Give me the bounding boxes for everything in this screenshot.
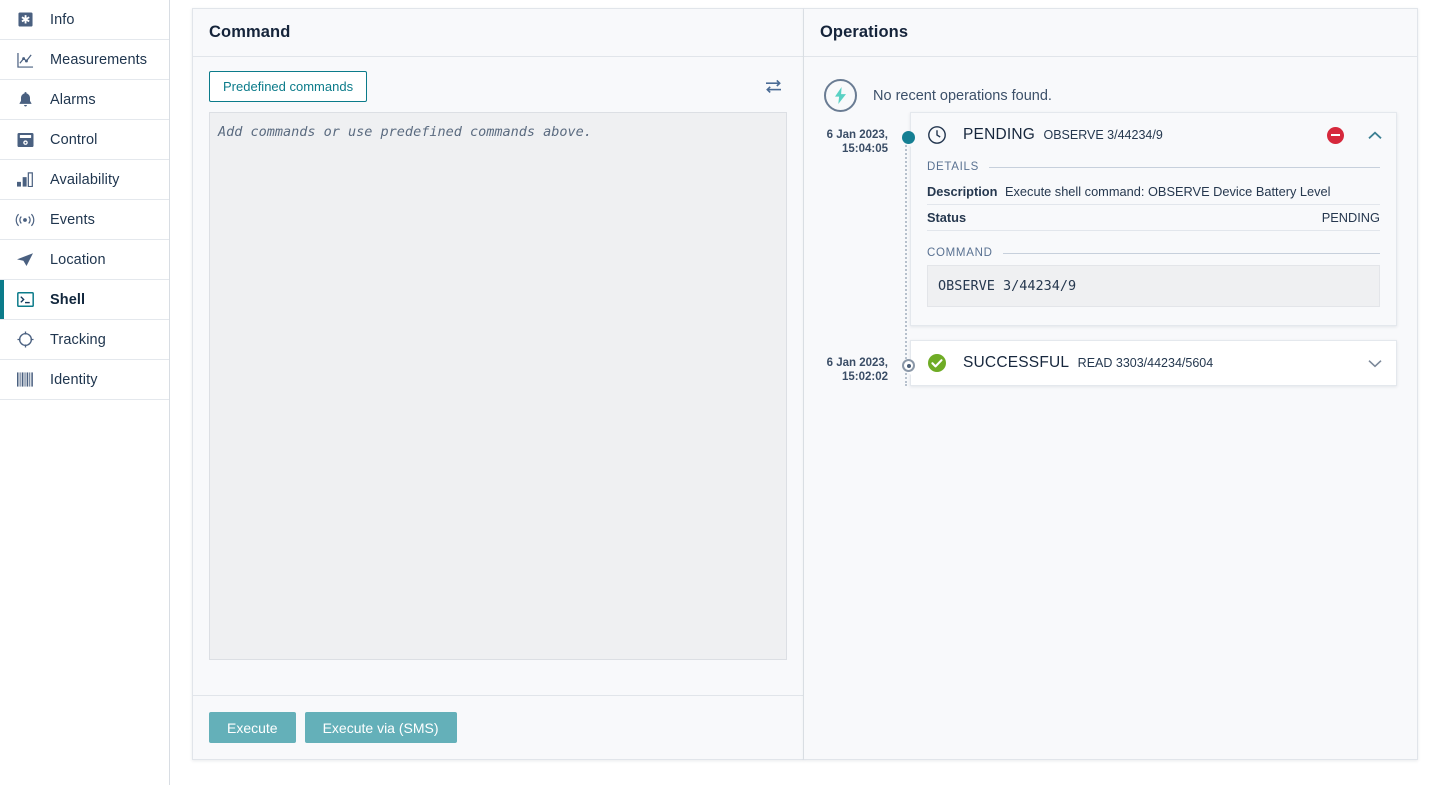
asterisk-icon: ✱ [14,10,36,30]
crosshair-icon [14,330,36,350]
sidebar-item-alarms[interactable]: Alarms [0,80,169,120]
command-panel: Command Predefined commands Execute Exec… [192,8,804,760]
operation-card-header[interactable]: PENDING OBSERVE 3/44234/9 [911,113,1396,157]
sidebar-item-identity[interactable]: Identity [0,360,169,400]
sidebar-item-events[interactable]: Events [0,200,169,240]
timeline-dot [902,359,915,372]
lightning-bolt-icon [824,79,857,112]
operations-empty-text: No recent operations found. [873,87,1052,104]
control-device-icon [14,130,36,150]
sidebar-item-label: Identity [50,371,98,388]
sidebar-item-label: Availability [50,171,120,188]
operation-command-code: OBSERVE 3/44234/9 [927,265,1380,307]
operation-status: SUCCESSFUL [963,354,1070,371]
timeline-gutter: 6 Jan 2023, 15:04:05 [804,112,915,326]
sidebar-item-measurements[interactable]: Measurements [0,40,169,80]
navigation-arrow-icon [14,250,36,270]
sidebar-item-label: Info [50,11,75,28]
divider [1002,252,1380,254]
operations-timeline: 6 Jan 2023, 15:04:05 PENDING OBSERVE 3/4… [804,112,1417,386]
timeline-dot-active [902,131,915,144]
operation-row-pending: 6 Jan 2023, 15:04:05 PENDING OBSERVE 3/4… [804,112,1417,326]
divider [988,166,1380,168]
operation-summary: READ 3303/44234/5604 [1077,356,1214,370]
operation-timestamp-time: 15:02:02 [841,371,888,384]
chart-line-icon [14,50,36,70]
operation-timestamp-date: 6 Jan 2023, [826,129,888,141]
operation-card-body: DETAILS Description Execute shell comman… [911,161,1396,325]
bar-chart-icon [14,170,36,190]
execute-via-sms-button[interactable]: Execute via (SMS) [304,712,457,743]
operation-card-header[interactable]: SUCCESSFUL READ 3303/44234/5604 [911,341,1396,385]
barcode-icon [14,370,36,390]
command-input[interactable] [209,112,787,660]
chevron-down-icon[interactable] [1368,359,1382,368]
operation-timestamp-date: 6 Jan 2023, [826,357,888,369]
operation-card: SUCCESSFUL READ 3303/44234/5604 [903,340,1397,386]
app-root: ✱ Info Measurements Alarms Control Avail… [0,0,1438,785]
sidebar: ✱ Info Measurements Alarms Control Avail… [0,0,170,785]
sidebar-item-info[interactable]: ✱ Info [0,0,169,40]
sidebar-item-label: Shell [50,291,86,308]
predefined-commands-button[interactable]: Predefined commands [209,71,368,102]
sidebar-item-label: Location [50,251,106,268]
terminal-icon [14,290,36,310]
operation-row-successful: 6 Jan 2023, 15:02:02 SUCCESSFUL READ 330… [804,340,1417,386]
check-circle-icon [927,353,949,373]
bell-icon [14,90,36,110]
operation-timestamp-time: 15:04:05 [841,143,888,156]
execute-button[interactable]: Execute [209,712,296,743]
sidebar-item-location[interactable]: Location [0,240,169,280]
sidebar-item-availability[interactable]: Availability [0,160,169,200]
sidebar-item-label: Alarms [50,91,96,108]
sidebar-item-label: Measurements [50,51,148,68]
cancel-circle-icon[interactable] [1327,126,1344,144]
operations-panel: Operations No recent operations found. 6… [804,8,1418,760]
broadcast-icon [14,210,36,230]
sidebar-item-tracking[interactable]: Tracking [0,320,169,360]
operation-status: PENDING [963,126,1036,143]
svg-text:✱: ✱ [20,14,29,26]
command-label-text: COMMAND [927,247,993,259]
transfer-arrows-icon[interactable] [760,74,787,99]
operation-header-text: PENDING OBSERVE 3/44234/9 [963,126,1327,144]
operations-panel-header: Operations [804,9,1417,57]
sidebar-item-shell[interactable]: Shell [0,280,169,320]
chevron-up-icon[interactable] [1368,130,1382,140]
sidebar-item-label: Events [50,211,95,228]
command-toolbar: Predefined commands [193,57,803,102]
operation-summary: OBSERVE 3/44234/9 [1043,128,1163,142]
timeline-gutter: 6 Jan 2023, 15:02:02 [804,340,915,386]
detail-key: Description [927,184,998,199]
main-content: Command Predefined commands Execute Exec… [170,0,1438,785]
timeline-connector [905,138,907,386]
command-section-label: COMMAND [927,247,1380,259]
detail-key: Status [927,210,967,225]
operation-header-text: SUCCESSFUL READ 3303/44234/5604 [963,354,1344,372]
detail-value: Execute shell command: OBSERVE Device Ba… [1005,184,1331,199]
sidebar-item-label: Tracking [50,331,106,348]
details-section-label: DETAILS [927,161,1380,173]
detail-row-status: Status PENDING [927,205,1380,231]
command-actions: Execute Execute via (SMS) [193,695,803,759]
details-label-text: DETAILS [927,161,979,173]
operation-card: PENDING OBSERVE 3/44234/9 DETAILS Descri… [903,112,1397,326]
page-title: Command [209,23,291,41]
detail-value: PENDING [1321,210,1380,225]
clock-icon [927,125,949,145]
operations-title: Operations [820,23,909,41]
command-body [193,102,803,695]
sidebar-item-control[interactable]: Control [0,120,169,160]
detail-row-description: Description Execute shell command: OBSER… [927,179,1380,205]
operations-empty-state: No recent operations found. [804,57,1417,112]
sidebar-item-label: Control [50,131,98,148]
command-panel-header: Command [193,9,803,57]
